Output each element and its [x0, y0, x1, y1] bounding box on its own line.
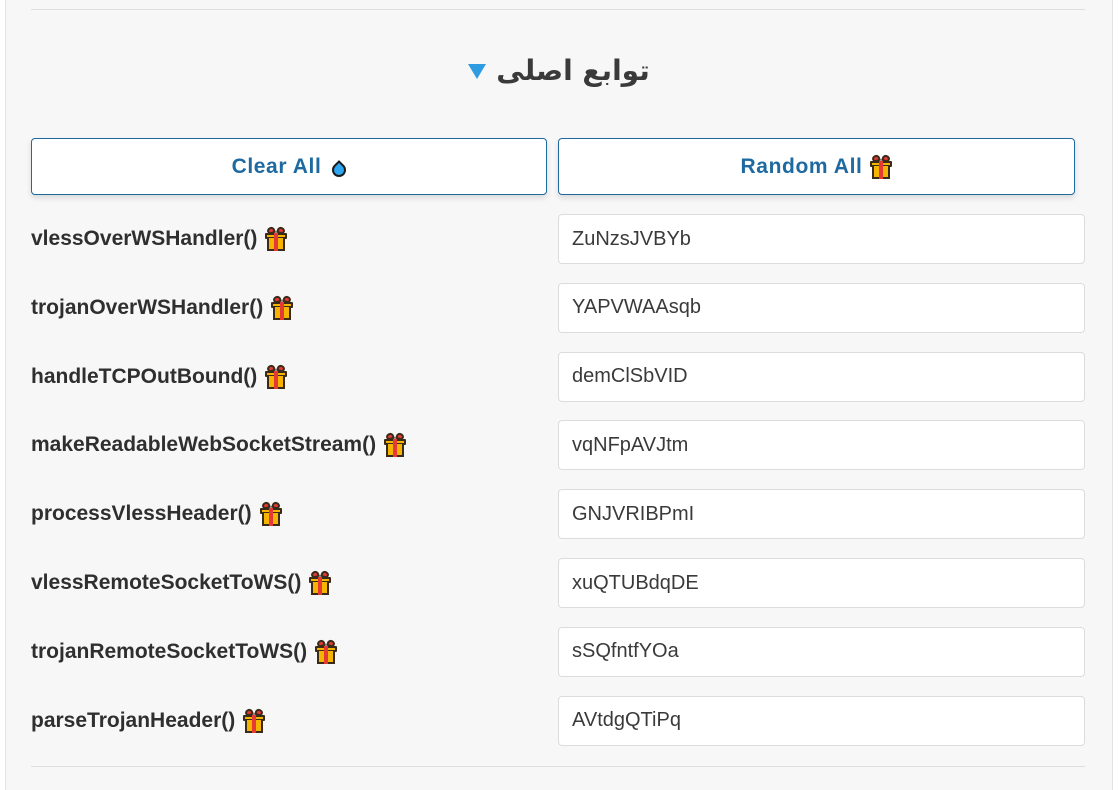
gift-icon[interactable] — [309, 569, 332, 595]
function-value-input[interactable] — [558, 626, 1085, 677]
function-row: parseTrojanHeader() — [31, 695, 1085, 746]
function-value-input[interactable] — [558, 558, 1085, 608]
function-row: makeReadableWebSocketStream() — [31, 420, 1085, 471]
gift-icon[interactable] — [243, 707, 266, 733]
clear-all-button[interactable]: Clear All — [31, 138, 547, 195]
random-all-label: Random All — [740, 154, 863, 178]
function-name: vlessOverWSHandler() — [31, 227, 258, 250]
function-row: processVlessHeader() — [31, 489, 1085, 540]
function-name: parseTrojanHeader() — [31, 708, 236, 732]
function-value-input[interactable] — [558, 214, 1085, 264]
function-row: handleTCPOutBound() — [31, 351, 1085, 402]
function-row: vlessRemoteSocketToWS() — [31, 558, 1085, 608]
gift-icon[interactable] — [384, 432, 407, 458]
section-header[interactable]: توابع اصلی — [0, 46, 1118, 94]
function-label: vlessOverWSHandler() — [31, 214, 288, 264]
top-divider — [31, 9, 1085, 10]
function-label: parseTrojanHeader() — [31, 696, 266, 746]
function-name: processVlessHeader() — [31, 502, 252, 526]
function-label: vlessRemoteSocketToWS() — [31, 558, 332, 608]
function-name: makeReadableWebSocketStream() — [31, 433, 377, 457]
gift-icon[interactable] — [265, 225, 288, 251]
gift-icon[interactable] — [271, 294, 294, 320]
random-all-button[interactable]: Random All — [558, 138, 1075, 195]
gift-icon — [870, 153, 893, 179]
section-title: توابع اصلی — [496, 53, 650, 87]
function-value-input[interactable] — [558, 282, 1085, 333]
function-label: trojanRemoteSocketToWS() — [31, 627, 338, 677]
function-value-input[interactable] — [558, 351, 1085, 402]
function-value-input[interactable] — [558, 695, 1085, 746]
collapse-triangle-icon[interactable] — [468, 63, 487, 79]
gift-icon[interactable] — [259, 501, 282, 527]
function-row: trojanRemoteSocketToWS() — [31, 626, 1085, 677]
bottom-divider — [31, 766, 1085, 767]
function-row: vlessOverWSHandler() — [31, 214, 1085, 264]
function-name: vlessRemoteSocketToWS() — [31, 571, 302, 594]
function-name: handleTCPOutBound() — [31, 364, 258, 388]
gift-icon[interactable] — [265, 363, 288, 389]
function-row: trojanOverWSHandler() — [31, 282, 1085, 333]
function-name: trojanOverWSHandler() — [31, 295, 264, 319]
function-value-input[interactable] — [558, 420, 1085, 471]
clear-all-label: Clear All — [231, 154, 322, 178]
function-label: handleTCPOutBound() — [31, 352, 288, 402]
function-label: makeReadableWebSocketStream() — [31, 420, 407, 470]
function-name: trojanRemoteSocketToWS() — [31, 639, 308, 663]
gift-icon[interactable] — [315, 638, 338, 664]
function-label: trojanOverWSHandler() — [31, 283, 294, 333]
function-label: processVlessHeader() — [31, 489, 282, 539]
function-value-input[interactable] — [558, 489, 1085, 540]
droplet-icon — [329, 159, 350, 180]
